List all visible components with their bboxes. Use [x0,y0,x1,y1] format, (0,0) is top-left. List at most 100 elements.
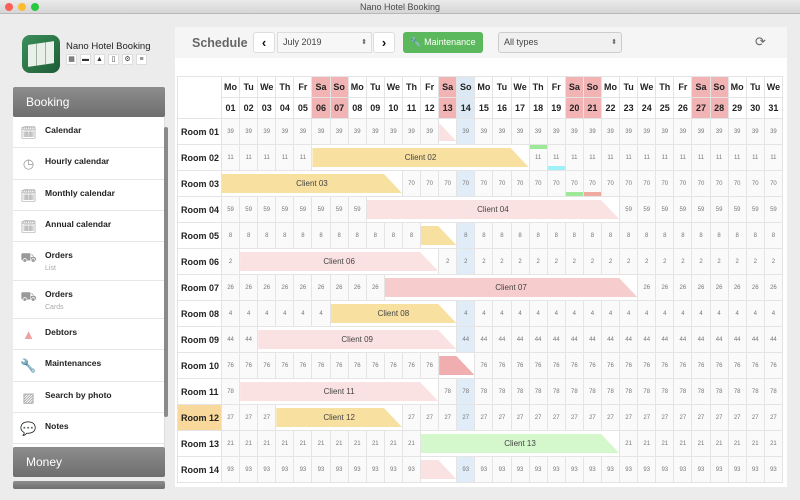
price-cell[interactable]: 8 [257,222,277,249]
booking-cell[interactable]: Client 11 [239,378,440,405]
price-cell[interactable]: 26 [727,274,747,301]
day-header[interactable]: 09 [365,97,385,119]
day-header[interactable]: 16 [492,97,512,119]
booking-bar[interactable]: Client 13 [421,434,619,453]
calendar-icon[interactable]: ▦ [66,54,77,65]
price-cell[interactable]: 39 [311,118,331,145]
price-cell[interactable]: 76 [600,352,621,379]
price-cell[interactable]: 70 [456,170,476,197]
room-label[interactable]: Room 09 [177,326,222,353]
day-header[interactable]: 24 [637,97,657,119]
price-cell[interactable]: 70 [763,170,783,197]
price-cell[interactable]: 8 [691,222,711,249]
price-cell[interactable]: 93 [763,456,783,483]
price-cell[interactable]: 39 [528,118,548,145]
clipboard-icon[interactable]: ▯ [108,54,119,65]
price-cell[interactable]: 39 [546,118,566,145]
price-cell[interactable]: 11 [655,144,675,171]
price-cell[interactable]: 4 [745,300,765,327]
price-cell[interactable]: 93 [275,456,295,483]
price-cell[interactable]: 78 [438,378,458,405]
price-cell[interactable]: 93 [582,456,602,483]
price-cell[interactable]: 4 [600,300,621,327]
price-cell[interactable]: 93 [691,456,711,483]
price-cell[interactable]: 8 [600,222,621,249]
price-cell[interactable]: 26 [763,274,783,301]
sidebar-item-annual-calendar[interactable]: 🗓 Annual calendar [13,211,164,243]
price-cell[interactable]: 59 [673,196,693,223]
price-cell[interactable]: 70 [401,170,422,197]
room-label[interactable]: Room 12 [177,404,222,431]
price-cell[interactable]: 8 [383,222,403,249]
price-cell[interactable]: 27 [474,404,494,431]
price-cell[interactable]: 21 [637,430,657,457]
room-label[interactable]: Room 07 [177,274,222,301]
price-cell[interactable]: 59 [691,196,711,223]
room-label[interactable]: Room 02 [177,144,222,171]
price-cell[interactable]: 44 [546,326,566,353]
price-cell[interactable]: 39 [257,118,277,145]
price-cell[interactable]: 27 [655,404,675,431]
price-cell[interactable]: 27 [257,404,277,431]
price-cell[interactable]: 8 [275,222,295,249]
price-cell[interactable]: 39 [763,118,783,145]
price-cell[interactable]: 26 [655,274,675,301]
room-label[interactable]: Room 08 [177,300,222,327]
day-header[interactable]: 15 [474,97,494,119]
price-cell[interactable]: 8 [510,222,530,249]
price-cell[interactable]: 39 [420,118,440,145]
price-cell[interactable]: 4 [492,300,512,327]
price-cell[interactable]: 2 [582,248,602,275]
price-cell[interactable]: 44 [456,326,476,353]
price-cell[interactable]: 44 [582,326,602,353]
price-cell[interactable]: 11 [546,144,566,171]
price-cell[interactable]: 11 [637,144,657,171]
price-cell[interactable]: 27 [420,404,440,431]
price-cell[interactable]: 78 [564,378,584,405]
price-cell[interactable]: 44 [564,326,584,353]
booking-bar[interactable]: Client 09 [258,330,456,349]
booking-bar[interactable] [439,356,474,375]
price-cell[interactable]: 44 [510,326,530,353]
price-cell[interactable]: 8 [347,222,367,249]
section-money[interactable]: Money [13,447,165,477]
price-cell[interactable]: 27 [600,404,621,431]
price-cell[interactable]: 76 [492,352,512,379]
price-cell[interactable]: 2 [492,248,512,275]
price-cell[interactable]: 70 [438,170,458,197]
booking-bar[interactable]: Client 07 [385,278,637,297]
price-cell[interactable]: 59 [745,196,765,223]
booking-bar[interactable]: Client 04 [367,200,619,219]
price-cell[interactable]: 93 [239,456,259,483]
price-cell[interactable]: 4 [619,300,639,327]
price-cell[interactable]: 39 [347,118,367,145]
price-cell[interactable]: 44 [637,326,657,353]
price-cell[interactable]: 11 [275,144,295,171]
price-cell[interactable]: 76 [745,352,765,379]
price-cell[interactable]: 2 [528,248,548,275]
price-cell[interactable]: 11 [745,144,765,171]
price-cell[interactable]: 39 [655,118,675,145]
booking-cell[interactable] [420,456,458,483]
room-label[interactable]: Room 01 [177,118,222,145]
price-cell[interactable]: 26 [365,274,385,301]
day-header[interactable]: 05 [293,97,313,119]
booking-cell[interactable]: Client 08 [329,300,458,327]
booking-bar[interactable]: Client 03 [222,174,402,193]
price-cell[interactable]: 4 [637,300,657,327]
price-cell[interactable]: 39 [293,118,313,145]
price-cell[interactable]: 39 [275,118,295,145]
maintenance-marker[interactable] [530,145,547,149]
price-cell[interactable]: 4 [474,300,494,327]
price-cell[interactable]: 44 [239,326,259,353]
type-filter-select[interactable]: All types ⬍ [498,32,622,53]
price-cell[interactable]: 8 [564,222,584,249]
price-cell[interactable]: 2 [727,248,747,275]
price-cell[interactable]: 39 [329,118,349,145]
price-cell[interactable]: 39 [239,118,259,145]
price-cell[interactable]: 93 [655,456,675,483]
price-cell[interactable]: 8 [528,222,548,249]
price-cell[interactable]: 76 [655,352,675,379]
price-cell[interactable]: 78 [546,378,566,405]
price-cell[interactable]: 70 [745,170,765,197]
